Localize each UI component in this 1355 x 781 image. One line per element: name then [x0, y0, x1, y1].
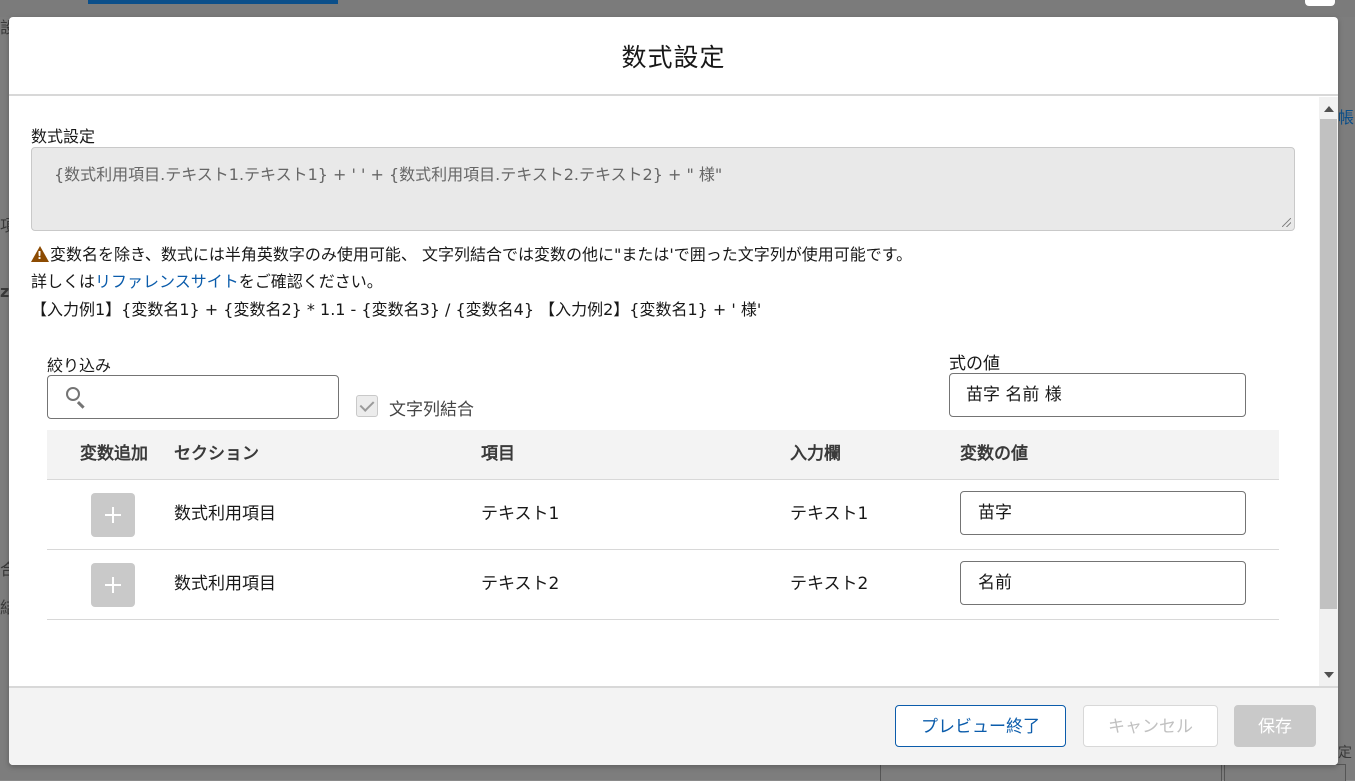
- variable-value-field[interactable]: 苗字: [960, 491, 1246, 535]
- reference-site-link[interactable]: リファレンスサイト: [95, 272, 239, 291]
- background-text: 定: [1338, 745, 1352, 761]
- modal-header: 数式設定: [9, 17, 1338, 96]
- filter-label: 絞り込み: [47, 356, 112, 375]
- cell-item: テキスト1: [481, 504, 560, 524]
- cell-section: 数式利用項目: [174, 574, 276, 594]
- formula-value-label: 式の値: [949, 354, 1000, 374]
- add-variable-button[interactable]: [91, 493, 135, 537]
- background-corner: [1305, 0, 1335, 6]
- formula-textarea[interactable]: {数式利用項目.テキスト1.テキスト1} + ' ' + {数式利用項目.テキス…: [31, 147, 1295, 231]
- formula-value-field[interactable]: 苗字 名前 様: [949, 373, 1246, 417]
- modal-body: 数式設定 {数式利用項目.テキスト1.テキスト1} + ' ' + {数式利用項…: [9, 97, 1319, 686]
- filter-search-box: [47, 375, 339, 420]
- variable-table-header: 変数追加 セクション 項目 入力欄 変数の値: [47, 430, 1279, 480]
- cell-section: 数式利用項目: [174, 504, 276, 524]
- save-button[interactable]: 保存: [1234, 705, 1316, 747]
- preview-end-button[interactable]: プレビュー終了: [895, 705, 1066, 747]
- background-box: [880, 764, 1222, 781]
- background-active-tab: [88, 0, 338, 4]
- add-variable-button[interactable]: [91, 563, 135, 607]
- reference-note: 詳しくはリファレンスサイトをご確認ください。: [31, 268, 383, 292]
- string-concat-label: 文字列結合: [389, 400, 474, 420]
- input-example-note: 【入力例1】{変数名1} + {変数名2} * 1.1 - {変数名3} / {…: [31, 300, 762, 319]
- background-text: 帳: [1338, 108, 1355, 127]
- cancel-button[interactable]: キャンセル: [1083, 705, 1218, 747]
- warning-icon: [31, 246, 49, 262]
- column-header-section: セクション: [174, 444, 259, 464]
- table-row: 数式利用項目 テキスト1 テキスト1 苗字: [47, 480, 1279, 550]
- formula-label: 数式設定: [31, 127, 96, 146]
- string-concat-checkbox[interactable]: [356, 395, 378, 417]
- background-text: z: [0, 282, 10, 301]
- column-header-input: 入力欄: [790, 444, 841, 464]
- filter-search-input[interactable]: [92, 376, 336, 420]
- background-box: [1224, 764, 1346, 781]
- reference-prefix: 詳しくは: [31, 272, 96, 291]
- cell-input: テキスト2: [790, 574, 869, 594]
- warning-text: 変数名を除き、数式には半角英数字のみ使用可能、 文字列結合では変数の他に"または…: [50, 245, 913, 264]
- reference-suffix: をご確認ください。: [238, 272, 383, 291]
- cell-item: テキスト2: [481, 574, 560, 594]
- modal-footer: プレビュー終了 キャンセル 保存: [9, 686, 1338, 765]
- table-row: 数式利用項目 テキスト2 テキスト2 名前: [47, 550, 1279, 620]
- cell-input: テキスト1: [790, 504, 869, 524]
- column-header-variable-value: 変数の値: [960, 444, 1028, 464]
- modal-title: 数式設定: [621, 42, 726, 72]
- formula-text: {数式利用項目.テキスト1.テキスト1} + ' ' + {数式利用項目.テキス…: [54, 165, 723, 184]
- scroll-up-arrow-icon[interactable]: [1324, 106, 1334, 112]
- column-header-add-variable: 変数追加: [80, 444, 148, 464]
- modal-scrollbar[interactable]: [1319, 97, 1338, 686]
- scroll-down-arrow-icon[interactable]: [1324, 672, 1334, 678]
- resize-grip-icon[interactable]: [1282, 218, 1291, 227]
- column-header-item: 項目: [481, 444, 515, 464]
- scroll-thumb[interactable]: [1320, 119, 1337, 609]
- warning-note: 変数名を除き、数式には半角英数字のみ使用可能、 文字列結合では変数の他に"または…: [31, 241, 912, 265]
- formula-settings-modal: 数式設定 数式設定 {数式利用項目.テキスト1.テキスト1} + ' ' + {…: [9, 17, 1338, 765]
- variable-value-field[interactable]: 名前: [960, 561, 1246, 605]
- check-icon: [359, 397, 375, 412]
- search-icon: [66, 387, 80, 401]
